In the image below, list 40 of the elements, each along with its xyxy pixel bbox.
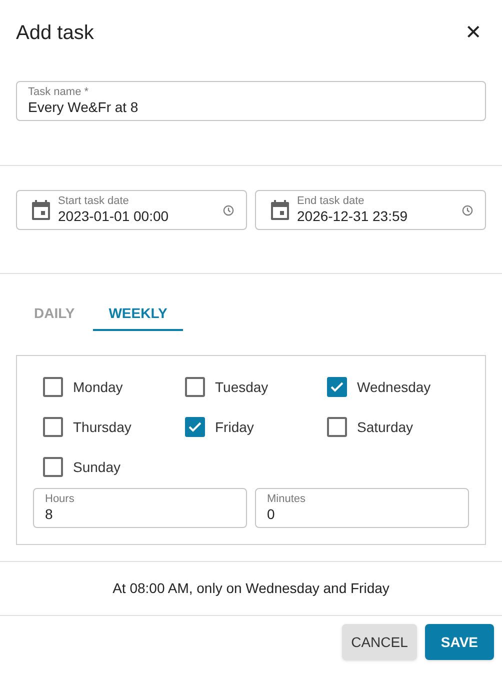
checkbox[interactable] [43, 417, 63, 437]
field-value: 0 [267, 506, 275, 523]
task-name-field[interactable]: Task name * Every We&Fr at 8 [16, 81, 486, 121]
day-label: Tuesday [215, 378, 268, 397]
day-label: Monday [73, 378, 123, 397]
tab[interactable]: WEEKLY [92, 298, 184, 331]
number-field[interactable]: Minutes 0 [255, 488, 469, 528]
date-time-field[interactable]: End task date 2026-12-31 23:59 [255, 190, 486, 230]
checkbox[interactable] [43, 457, 63, 477]
schedule-summary: At 08:00 AM, only on Wednesday and Friday [112, 579, 390, 598]
date-time-field[interactable]: Start task date 2023-01-01 00:00 [16, 190, 247, 230]
day-label: Thursday [73, 418, 132, 437]
field-label: Start task date [58, 195, 130, 208]
check-icon [330, 381, 344, 393]
cancel-button[interactable]: CANCEL [342, 624, 417, 660]
field-value: 2026-12-31 23:59 [297, 208, 408, 225]
clock-icon[interactable] [462, 204, 473, 216]
calendar-icon [271, 200, 289, 220]
checkbox[interactable] [327, 377, 347, 397]
field-value: Every We&Fr at 8 [28, 99, 138, 116]
field-label: Hours [45, 493, 76, 506]
field-label: Minutes [267, 493, 307, 506]
day-label: Sunday [73, 458, 120, 477]
day-label: Saturday [357, 418, 414, 437]
field-label: Task name * [28, 86, 90, 99]
clock-icon[interactable] [223, 204, 234, 216]
field-value: 8 [45, 506, 53, 523]
day-label: Friday [215, 418, 254, 437]
checkbox[interactable] [327, 417, 347, 437]
day-label: Wednesday [357, 378, 431, 397]
check-icon [188, 421, 202, 433]
checkbox[interactable] [185, 377, 205, 397]
field-value: 2023-01-01 00:00 [58, 208, 169, 225]
number-field[interactable]: Hours 8 [33, 488, 247, 528]
field-label: End task date [297, 195, 366, 208]
save-button[interactable]: SAVE [424, 624, 494, 660]
calendar-icon [32, 200, 50, 220]
checkbox[interactable] [43, 377, 63, 397]
checkbox[interactable] [185, 417, 205, 437]
dialog-title: Add task [16, 20, 94, 46]
